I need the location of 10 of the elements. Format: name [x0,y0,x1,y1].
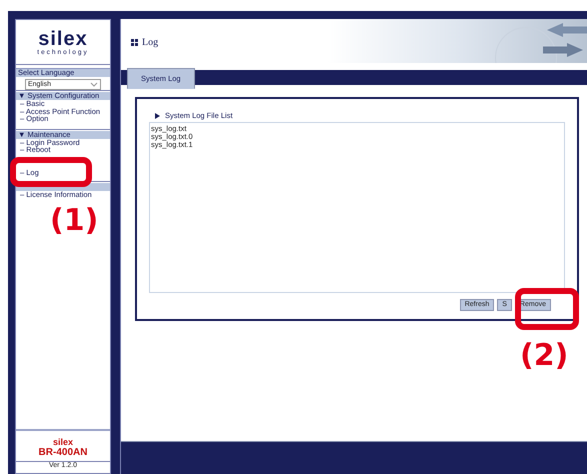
logo-wordmark: silex [38,28,88,48]
grid-icon [131,38,138,46]
annotation-label: (1) [50,203,98,238]
chevron-down-icon [90,82,98,87]
product-brand: silex [52,437,74,447]
triangle-right-icon [155,112,160,118]
annotation-label: (2) [520,338,568,373]
product-model: BR-400AN [38,447,88,458]
highlight-frame [515,288,579,330]
page-title: Log [142,36,158,48]
